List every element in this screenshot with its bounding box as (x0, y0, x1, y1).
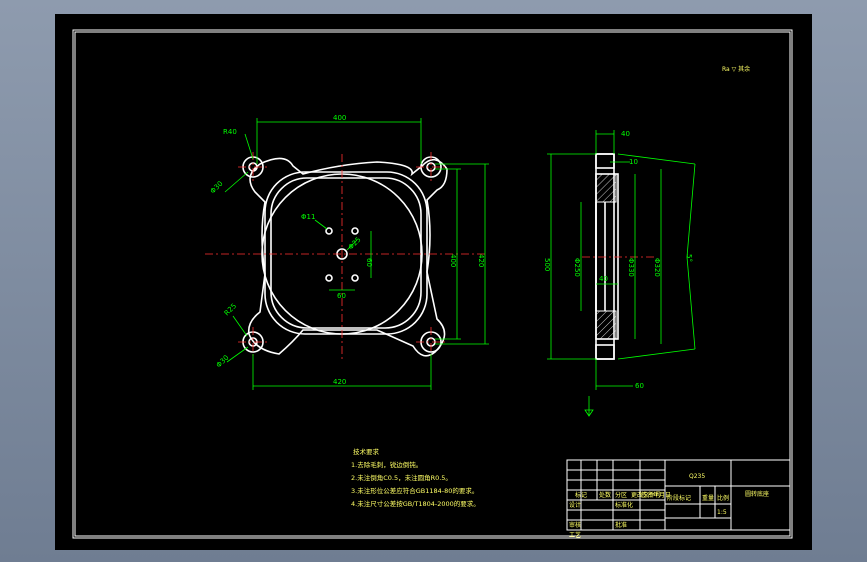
dim-height-inner: 400 (449, 254, 457, 267)
dim-d3: Φ320 (653, 258, 661, 277)
tb-label-process: 工艺 (569, 531, 581, 539)
flange-outline (247, 157, 448, 357)
dim-corner-hole-top: Φ30 (209, 180, 225, 196)
dim-angle: 5° (685, 254, 693, 262)
dim-bottom: 60 (635, 382, 644, 390)
tb-part-name: 圆转底座 (745, 490, 769, 498)
tb-scale: 1:5 (717, 509, 727, 516)
dim-hole-spacing-h: 60 (337, 292, 346, 300)
tb-label-count: 处数 (599, 491, 611, 499)
roughness-symbol: Ra ▽ 其余 (722, 65, 750, 73)
section-hatch-bottom (595, 310, 617, 340)
dim-height-outer: 420 (477, 254, 485, 267)
dim-hole-spacing-v: 60 (365, 258, 373, 267)
dim-center-hole: Φ25 (347, 236, 363, 252)
dim-corner-radius-bottom: R25 (223, 302, 238, 317)
outer-frame (72, 29, 793, 539)
dim-step: 10 (629, 158, 638, 166)
dim-small-hole: Φ11 (301, 213, 315, 221)
dim-bottom-width: 420 (333, 378, 346, 386)
body-outline (264, 171, 428, 335)
tb-label-review: 审核 (569, 521, 581, 529)
tb-label-std: 标准化 (615, 501, 633, 509)
title-block: 标记 处数 分区 更改文件号 签名 年月日 设计 标准化 审核 工艺 批准 阶段… (566, 459, 791, 539)
tb-label-design: 设计 (569, 501, 581, 509)
dim-corner-hole-bottom: Φ30 (215, 354, 231, 370)
dim-height-total: 500 (543, 258, 551, 271)
tb-label-approve: 批准 (615, 521, 627, 529)
tech-note-4: 4.未注尺寸公差按GB/T1804-2000的要求。 (351, 499, 480, 508)
front-view: 400 420 400 420 R40 Φ30 R25 Φ30 Φ11 Φ25 … (205, 114, 489, 390)
tb-label-weight: 重量 (702, 494, 714, 502)
tb-label-zone: 分区 (615, 491, 627, 499)
tb-label-stage: 阶段标记 (667, 494, 691, 502)
dim-d2: Φ330 (627, 258, 635, 277)
tech-note-3: 3.未注形位公差应符合GB1184-80的要求。 (351, 486, 478, 495)
section-hatch-top (595, 173, 617, 203)
tech-note-2: 2.未注倒角C0.5，未注圆角R0.5。 (351, 473, 452, 482)
small-hole-2 (351, 227, 359, 235)
tech-note-1: 1.去除毛刺，锐边倒钝。 (351, 460, 422, 469)
tech-notes: 技术要求 1.去除毛刺，锐边倒钝。 2.未注倒角C0.5，未注圆角R0.5。 3… (351, 447, 480, 508)
tech-notes-title: 技术要求 (353, 447, 380, 456)
dim-thickness-top: 40 (621, 130, 630, 138)
body-inner (270, 177, 422, 329)
dim-depth: 40 (599, 275, 608, 283)
tb-label-mark: 标记 (575, 491, 587, 499)
cad-drawing: Ra ▽ 其余 400 420 400 420 R40 Φ30 R25 Φ30 … (72, 29, 793, 539)
tb-material: Q235 (689, 473, 705, 480)
small-hole-3 (325, 274, 333, 282)
dim-d1: Φ250 (573, 258, 581, 277)
small-hole-4 (351, 274, 359, 282)
side-view: 5° 40 10 500 Φ250 Φ330 Φ320 40 60 (543, 130, 696, 417)
dim-corner-radius-top: R40 (223, 128, 237, 136)
tb-label-scale: 比例 (717, 494, 729, 502)
tb-label-sign: 签名 (641, 491, 653, 499)
dim-top-width: 400 (333, 114, 346, 122)
drawing-viewport[interactable]: Ra ▽ 其余 400 420 400 420 R40 Φ30 R25 Φ30 … (55, 14, 812, 550)
